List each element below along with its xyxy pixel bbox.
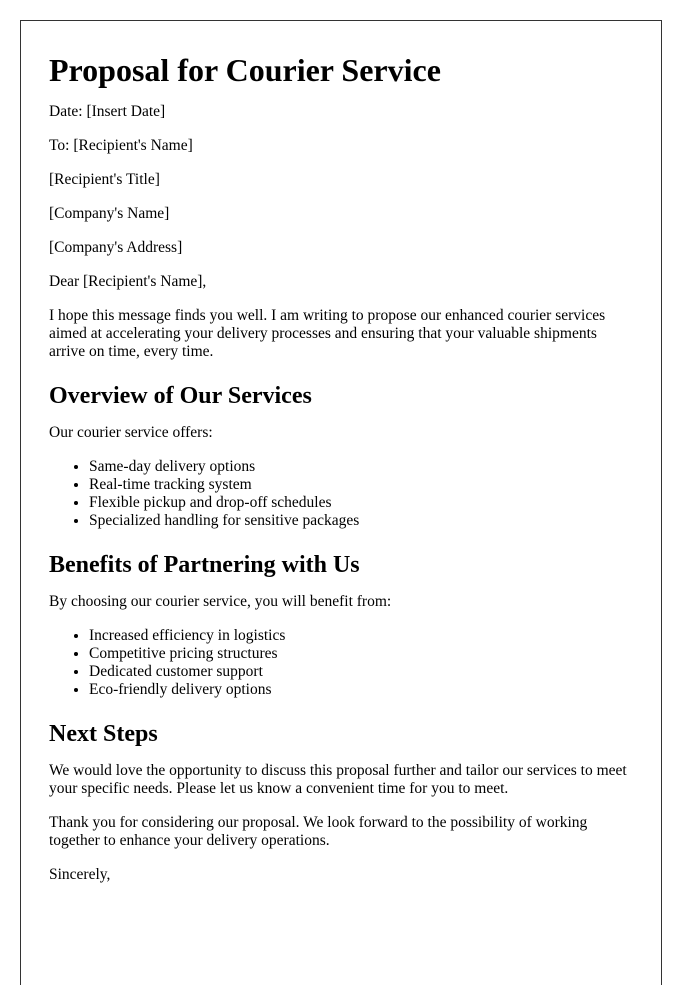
section-heading: Overview of Our Services (49, 383, 312, 409)
list-item: Increased efficiency in logistics (89, 627, 633, 645)
recipient-name-line: To: [Recipient's Name] (49, 137, 193, 154)
thank-you-paragraph: Thank you for considering our proposal. … (49, 814, 588, 849)
benefits-section: Benefits of Partnering with Us By choosi… (49, 551, 633, 699)
section-heading: Benefits of Partnering with Us (49, 552, 360, 578)
next-steps-paragraph: We would love the opportunity to discuss… (49, 762, 627, 797)
document-title: Proposal for Courier Service (49, 52, 441, 88)
list-item: Specialized handling for sensitive packa… (89, 512, 633, 530)
closing: Sincerely, (49, 866, 111, 883)
section-heading: Next Steps (49, 721, 158, 747)
intro-paragraph: I hope this message finds you well. I am… (49, 307, 606, 360)
company-address-line: [Company's Address] (49, 239, 183, 256)
list-item: Competitive pricing structures (89, 645, 633, 663)
next-steps-section: Next Steps We would love the opportunity… (49, 720, 633, 850)
list-item: Real-time tracking system (89, 476, 633, 494)
services-overview-section: Overview of Our Services Our courier ser… (49, 382, 633, 530)
list-item: Flexible pickup and drop-off schedules (89, 494, 633, 512)
company-name-line: [Company's Name] (49, 205, 170, 222)
services-list: Same-day delivery options Real-time trac… (49, 458, 633, 530)
section-lead: By choosing our courier service, you wil… (49, 593, 392, 610)
list-item: Eco-friendly delivery options (89, 681, 633, 699)
list-item: Same-day delivery options (89, 458, 633, 476)
salutation: Dear [Recipient's Name], (49, 273, 207, 290)
benefits-list: Increased efficiency in logistics Compet… (49, 627, 633, 699)
section-lead: Our courier service offers: (49, 424, 213, 441)
letter-document: Proposal for Courier Service Date: [Inse… (20, 20, 662, 985)
date-line: Date: [Insert Date] (49, 103, 166, 120)
recipient-title-line: [Recipient's Title] (49, 171, 160, 188)
list-item: Dedicated customer support (89, 663, 633, 681)
